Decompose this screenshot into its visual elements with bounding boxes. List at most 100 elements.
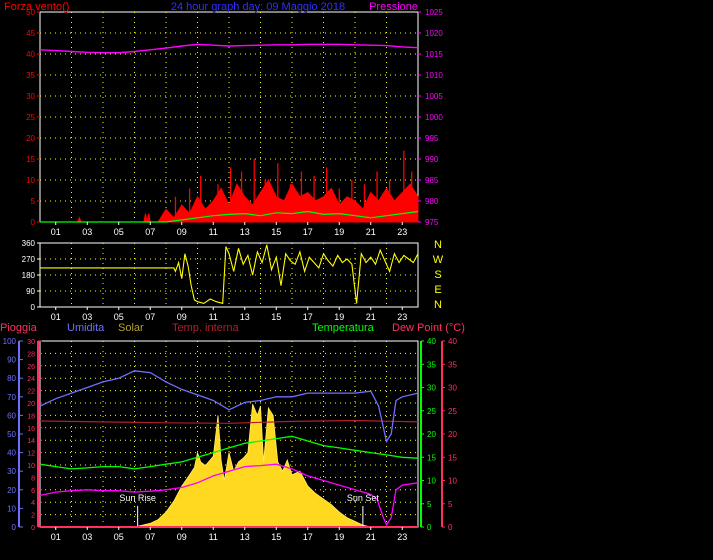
direction-axis-label: 360 — [22, 239, 36, 248]
direction-axis-label: 0 — [31, 303, 36, 312]
rain-axis-label: 0 — [31, 525, 35, 532]
direction-panel-xtick-label: 23 — [397, 312, 407, 322]
wind-axis-label: 5 — [31, 197, 36, 206]
rain-axis-label: 12 — [27, 451, 35, 458]
wind-axis-label: 0 — [31, 218, 36, 227]
pressure-axis-label: 1025 — [425, 8, 443, 17]
rain-axis-label: 8 — [31, 475, 35, 482]
temperature-axis-label: 10 — [427, 477, 436, 486]
wind-panel-xtick-label: 01 — [51, 227, 61, 237]
compass-label: N — [434, 299, 442, 311]
weather-panel-xtick-label: 03 — [82, 532, 92, 542]
pressure-axis-label: 1005 — [425, 92, 443, 101]
humidity-axis-label: 20 — [7, 486, 16, 495]
humidity-axis-label: 100 — [3, 337, 17, 346]
direction-panel-xtick-label: 11 — [209, 312, 218, 322]
compass-label: S — [434, 269, 441, 281]
direction-panel-xtick-label: 19 — [334, 312, 344, 322]
pressure-axis-label: 1015 — [425, 50, 443, 59]
wind-axis-label: 45 — [26, 29, 35, 38]
wind-panel-xtick-label: 15 — [271, 227, 281, 237]
wind-panel-xtick-label: 17 — [303, 227, 313, 237]
sun-event-label: Sun Set — [347, 493, 380, 503]
pressure-axis-label: 975 — [425, 218, 439, 227]
humidity-axis-label: 10 — [7, 504, 16, 513]
rain-axis-label: 30 — [27, 339, 35, 346]
rain-axis-label: 26 — [27, 364, 35, 371]
wind-speed-area — [40, 178, 419, 223]
sun-event-label: Sun Rise — [119, 493, 156, 503]
weather-legend-label: Pioggia — [0, 322, 38, 334]
wind-axis-label: 40 — [26, 50, 35, 59]
wind-panel-xtick-label: 23 — [397, 227, 407, 237]
rain-axis-label: 22 — [27, 389, 35, 396]
direction-panel-xtick-label: 15 — [271, 312, 281, 322]
weather-legend-label: Umidita — [67, 322, 105, 334]
wind-panel-xtick-label: 07 — [145, 227, 155, 237]
temperature-axis-label: 0 — [427, 523, 432, 532]
direction-panel-xtick-label: 13 — [240, 312, 250, 322]
pressure-axis-label: 990 — [425, 155, 439, 164]
pressure-axis-label: 980 — [425, 197, 439, 206]
wind-axis-label: 15 — [26, 155, 35, 164]
weather-legend-label: Dew Point (°C) — [392, 322, 465, 334]
rain-axis-label: 6 — [31, 488, 35, 495]
humidity-axis-label: 30 — [7, 467, 16, 476]
pressure-axis-label: 1000 — [425, 113, 443, 122]
weather-panel-xtick-label: 05 — [114, 532, 124, 542]
temperature-axis-label: 15 — [427, 453, 436, 462]
wind-axis-label: 10 — [26, 176, 35, 185]
weather-legend-label: Temperatura — [312, 322, 375, 334]
wind-panel-xtick-label: 13 — [240, 227, 250, 237]
rain-axis-label: 10 — [27, 463, 35, 470]
weather-graph-svg: 01 03 05 07 09 11 13 15 17 19 21 230510152025303540… — [0, 1, 465, 542]
dewpoint-axis-label: 30 — [448, 384, 457, 393]
pressure-axis-label: 1020 — [425, 29, 443, 38]
wind-axis-label: 25 — [26, 113, 35, 122]
solar-radiation-area — [40, 404, 418, 528]
direction-axis-label: 90 — [26, 287, 35, 296]
humidity-axis-label: 0 — [12, 523, 17, 532]
dewpoint-axis-label: 5 — [448, 500, 453, 509]
wind-axis-label: 30 — [26, 92, 35, 101]
temperature-axis-label: 35 — [427, 360, 436, 369]
rain-axis-label: 4 — [31, 500, 35, 507]
wind-panel-xtick-label: 19 — [334, 227, 344, 237]
rain-axis-label: 28 — [27, 351, 35, 358]
weather-legend-label: Temp. interna — [172, 322, 240, 334]
weather-panel-xtick-label: 19 — [334, 532, 344, 542]
direction-panel-xtick-label: 21 — [366, 312, 376, 322]
graph-date-title: 24 hour graph day: 09 Maggio 2018 — [171, 1, 345, 13]
direction-axis-label: 270 — [22, 255, 36, 264]
humidity-axis-label: 80 — [7, 374, 16, 383]
dewpoint-axis-label: 25 — [448, 407, 457, 416]
weather-panel-xtick-label: 15 — [271, 532, 281, 542]
dewpoint-axis-label: 0 — [448, 523, 453, 532]
weather-panel-xtick-label: 13 — [240, 532, 250, 542]
pressure-line — [39, 43, 419, 54]
rain-axis-label: 18 — [27, 413, 35, 420]
dewpoint-axis-label: 10 — [448, 477, 457, 486]
weather-panel-xtick-label: 11 — [209, 532, 218, 542]
rain-axis-label: 20 — [27, 401, 35, 408]
pressure-axis-label: 1010 — [425, 71, 443, 80]
dewpoint-axis-label: 40 — [448, 337, 457, 346]
weather-panel-xtick-label: 21 — [366, 532, 376, 542]
dewpoint-axis-label: 20 — [448, 430, 457, 439]
dewpoint-axis-label: 15 — [448, 453, 457, 462]
wind-axis-label: 20 — [26, 134, 35, 143]
direction-panel-xtick-label: 01 — [51, 312, 61, 322]
wind-panel-xtick-label: 03 — [82, 227, 92, 237]
compass-label: E — [434, 284, 441, 296]
wind-axis-label: 35 — [26, 71, 35, 80]
direction-panel-xtick-label: 09 — [177, 312, 187, 322]
direction-panel-xtick-label: 07 — [145, 312, 155, 322]
weather-panel-xtick-label: 23 — [397, 532, 407, 542]
pressure-axis-label: 985 — [425, 176, 439, 185]
humidity-axis-label: 70 — [7, 393, 16, 402]
compass-label: W — [433, 254, 444, 266]
wind-panel-xtick-label: 09 — [177, 227, 187, 237]
wind-panel-xtick-label: 05 — [114, 227, 124, 237]
compass-label: N — [434, 239, 442, 251]
weather-panel-xtick-label: 07 — [145, 532, 155, 542]
